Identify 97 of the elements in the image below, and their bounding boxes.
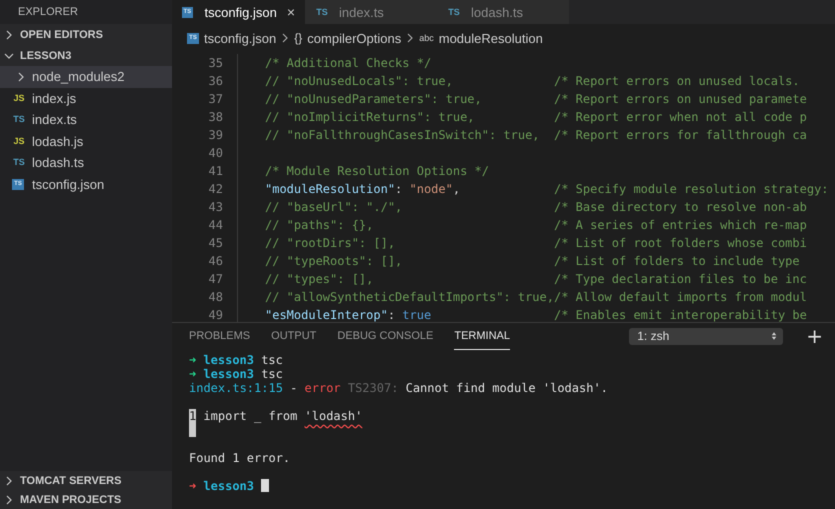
code-token: // "baseUrl": "./", (265, 199, 402, 216)
line-number: 37 (208, 91, 223, 108)
section-header[interactable]: LESSON3 (0, 45, 172, 66)
terminal-text: ➜ (189, 367, 196, 381)
file-type-icon: JS (12, 92, 26, 104)
chevron-icon (406, 33, 414, 43)
line-number: 46 (208, 253, 223, 270)
code-token: "node" (410, 181, 453, 198)
panel-tab[interactable]: OUTPUT (271, 322, 316, 350)
panel-tab[interactable]: PROBLEMS (189, 322, 250, 350)
terminal-text: tsc (261, 367, 283, 381)
code-comment: /* Type declaration files to be inc (554, 271, 807, 288)
terminal-text: tsc (261, 353, 283, 367)
terminal-select[interactable]: 1: zsh (629, 328, 784, 344)
file-type-icon: JS (12, 136, 26, 147)
symbol-icon: {} (294, 31, 302, 45)
breadcrumb-item[interactable]: compilerOptions (307, 30, 402, 46)
file-item[interactable]: TS index.ts (0, 109, 172, 130)
terminal-text: index.ts:1:15 (189, 381, 283, 395)
line-number: 36 (208, 73, 223, 90)
code-token: // "typeRoots": [], (265, 253, 402, 270)
code-token: // "allowSyntheticDefaultImports": true, (265, 289, 554, 306)
code-comment: /* Enables emit interoperability be (554, 307, 807, 322)
terminal-text: Cannot find module 'lodash'. (406, 381, 608, 395)
code-token: // "rootDirs": [], (265, 235, 396, 252)
line-number: 39 (208, 127, 223, 144)
code-comment: /* List of root folders whose combi (554, 235, 807, 252)
terminal-text: lesson3 (203, 479, 254, 493)
line-number: 49 (208, 307, 223, 322)
code-token: : (388, 307, 396, 322)
terminal-text: TS2307: (348, 381, 398, 395)
code-comment: /* A series of entries which re-map (554, 217, 807, 234)
code-comment: /* Specify module resolution strategy: (554, 181, 829, 198)
terminal-text: lesson3 (203, 367, 254, 381)
terminal-text: Found 1 error. (189, 451, 290, 465)
breadcrumb-item[interactable]: moduleResolution (438, 30, 543, 46)
file-type-icon: TS (12, 157, 26, 168)
updown-icon (771, 331, 778, 341)
code-comment: /* Report errors for fallthrough ca (554, 127, 807, 144)
code-comment: /* Report errors on unused paramete (554, 91, 807, 108)
file-item[interactable]: node_modules2 (0, 66, 172, 88)
code-comment: /* Allow default imports from modul (554, 289, 807, 306)
line-number: 40 (208, 145, 223, 162)
editor-tab[interactable]: TS index.ts (305, 0, 437, 24)
terminal-text: import _ from (203, 409, 298, 423)
code-token: /* Module Resolution Options */ (265, 163, 489, 180)
close-icon[interactable]: × (286, 4, 295, 20)
file-type-icon: TS (12, 114, 26, 126)
file-type-icon: TS (315, 6, 329, 18)
file-item[interactable]: TS lodash.ts (0, 152, 172, 174)
chevron-icon (281, 33, 290, 43)
line-number: 1 (189, 409, 196, 437)
code-comment: /* Base directory to resolve non-ab (554, 199, 807, 216)
code-comment: /* Report errors on unused locals. (554, 73, 800, 90)
panel-tab[interactable]: TERMINAL (454, 322, 510, 350)
terminal-text: ➜ (189, 353, 196, 367)
cursor-block (261, 479, 270, 492)
line-number: 44 (208, 217, 223, 234)
code-token: // "noFallthroughCasesInSwitch": true, (265, 127, 540, 144)
file-type-icon: TS (447, 6, 461, 18)
line-number: 35 (208, 55, 223, 72)
sidebar-title: EXPLORER (17, 5, 79, 20)
code-token: // "types": [], (265, 271, 374, 288)
file-item[interactable]: JS index.js (0, 88, 172, 109)
section-header[interactable]: TOMCAT SERVERS (0, 471, 172, 490)
code-token: "moduleResolution" (265, 181, 396, 198)
code-token: : (395, 181, 404, 198)
line-number: 45 (208, 235, 223, 252)
code-comment: /* List of folders to include type (554, 253, 800, 270)
breadcrumb-item[interactable]: tsconfig.json (204, 30, 276, 46)
code-token: true (402, 307, 432, 322)
section-header[interactable]: MAVEN PROJECTS (0, 490, 172, 509)
code-token: // "noUnusedParameters": true, (265, 91, 482, 108)
panel-tab[interactable]: DEBUG CONSOLE (337, 322, 434, 350)
line-number: 41 (208, 163, 223, 180)
code-comment: /* Report error when not all code p (554, 109, 807, 126)
line-number: 43 (208, 199, 223, 216)
add-terminal-button[interactable]: + (804, 326, 825, 346)
editor-tab[interactable]: TS lodash.ts (437, 0, 569, 24)
symbol-icon: abc (419, 33, 434, 43)
terminal-text: lesson3 (203, 353, 254, 367)
line-number: 42 (208, 181, 223, 198)
code-token: // "paths": {}, (265, 217, 374, 234)
terminal-text: 'lodash' (304, 409, 362, 423)
terminal-text: ➜ (189, 479, 196, 493)
code-token: , (452, 181, 460, 198)
file-item[interactable]: JS lodash.js (0, 130, 172, 152)
line-number: 38 (208, 109, 223, 126)
code-token: // "noImplicitReturns": true, (265, 109, 475, 126)
line-number: 48 (208, 289, 223, 306)
code-token: "esModuleInterop" (265, 307, 388, 322)
code-token: // "noUnusedLocals": true, (265, 73, 453, 90)
section-header[interactable]: OPEN EDITORS (0, 24, 172, 45)
line-number: 47 (208, 271, 223, 288)
terminal-text: - (290, 381, 298, 395)
terminal-text: error (304, 381, 341, 395)
code-token: /* Additional Checks */ (265, 55, 432, 72)
